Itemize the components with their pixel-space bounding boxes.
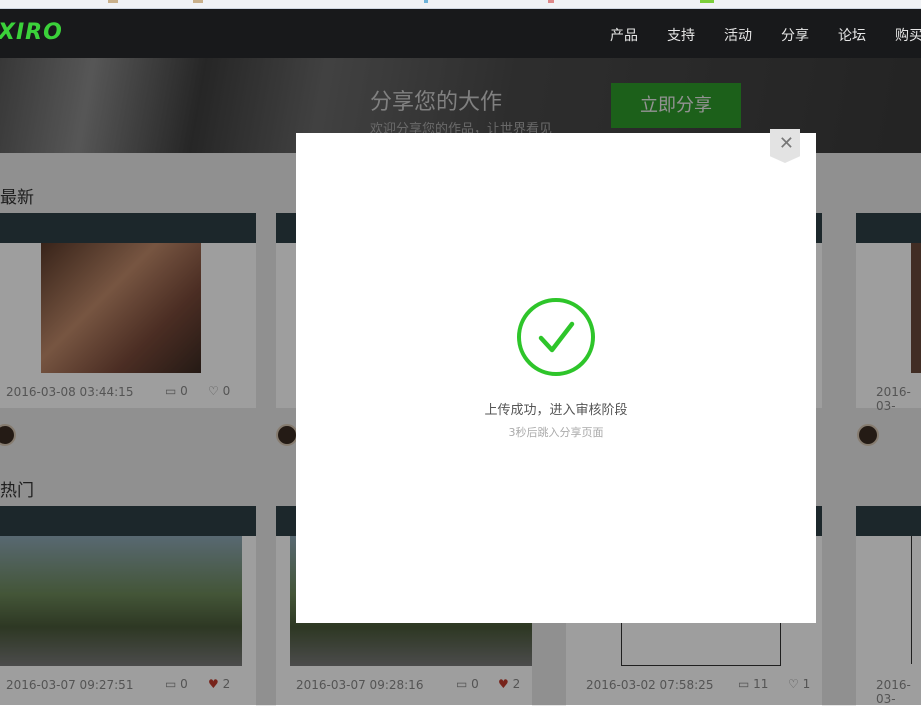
site-header: XIRO 产品 支持 活动 分享 论坛 购买 bbox=[0, 9, 921, 58]
nav-item-products[interactable]: 产品 bbox=[610, 25, 638, 45]
main-nav: 产品 支持 活动 分享 论坛 购买 bbox=[610, 25, 921, 45]
nav-item-buy[interactable]: 购买 bbox=[895, 25, 921, 45]
nav-item-forum[interactable]: 论坛 bbox=[838, 25, 866, 45]
nav-item-share[interactable]: 分享 bbox=[781, 25, 809, 45]
success-message: 上传成功，进入审核阶段 bbox=[484, 403, 628, 418]
check-circle-icon bbox=[517, 298, 595, 376]
site-logo[interactable]: XIRO bbox=[0, 20, 63, 45]
redirect-notice: 3秒后跳入分享页面 bbox=[508, 426, 604, 439]
close-icon[interactable]: ✕ bbox=[779, 133, 794, 154]
upload-success-dialog: ✕ 上传成功，进入审核阶段 3秒后跳入分享页面 bbox=[296, 129, 816, 623]
browser-bookmark-strip bbox=[0, 0, 921, 9]
nav-item-events[interactable]: 活动 bbox=[724, 25, 752, 45]
nav-item-support[interactable]: 支持 bbox=[667, 25, 695, 45]
